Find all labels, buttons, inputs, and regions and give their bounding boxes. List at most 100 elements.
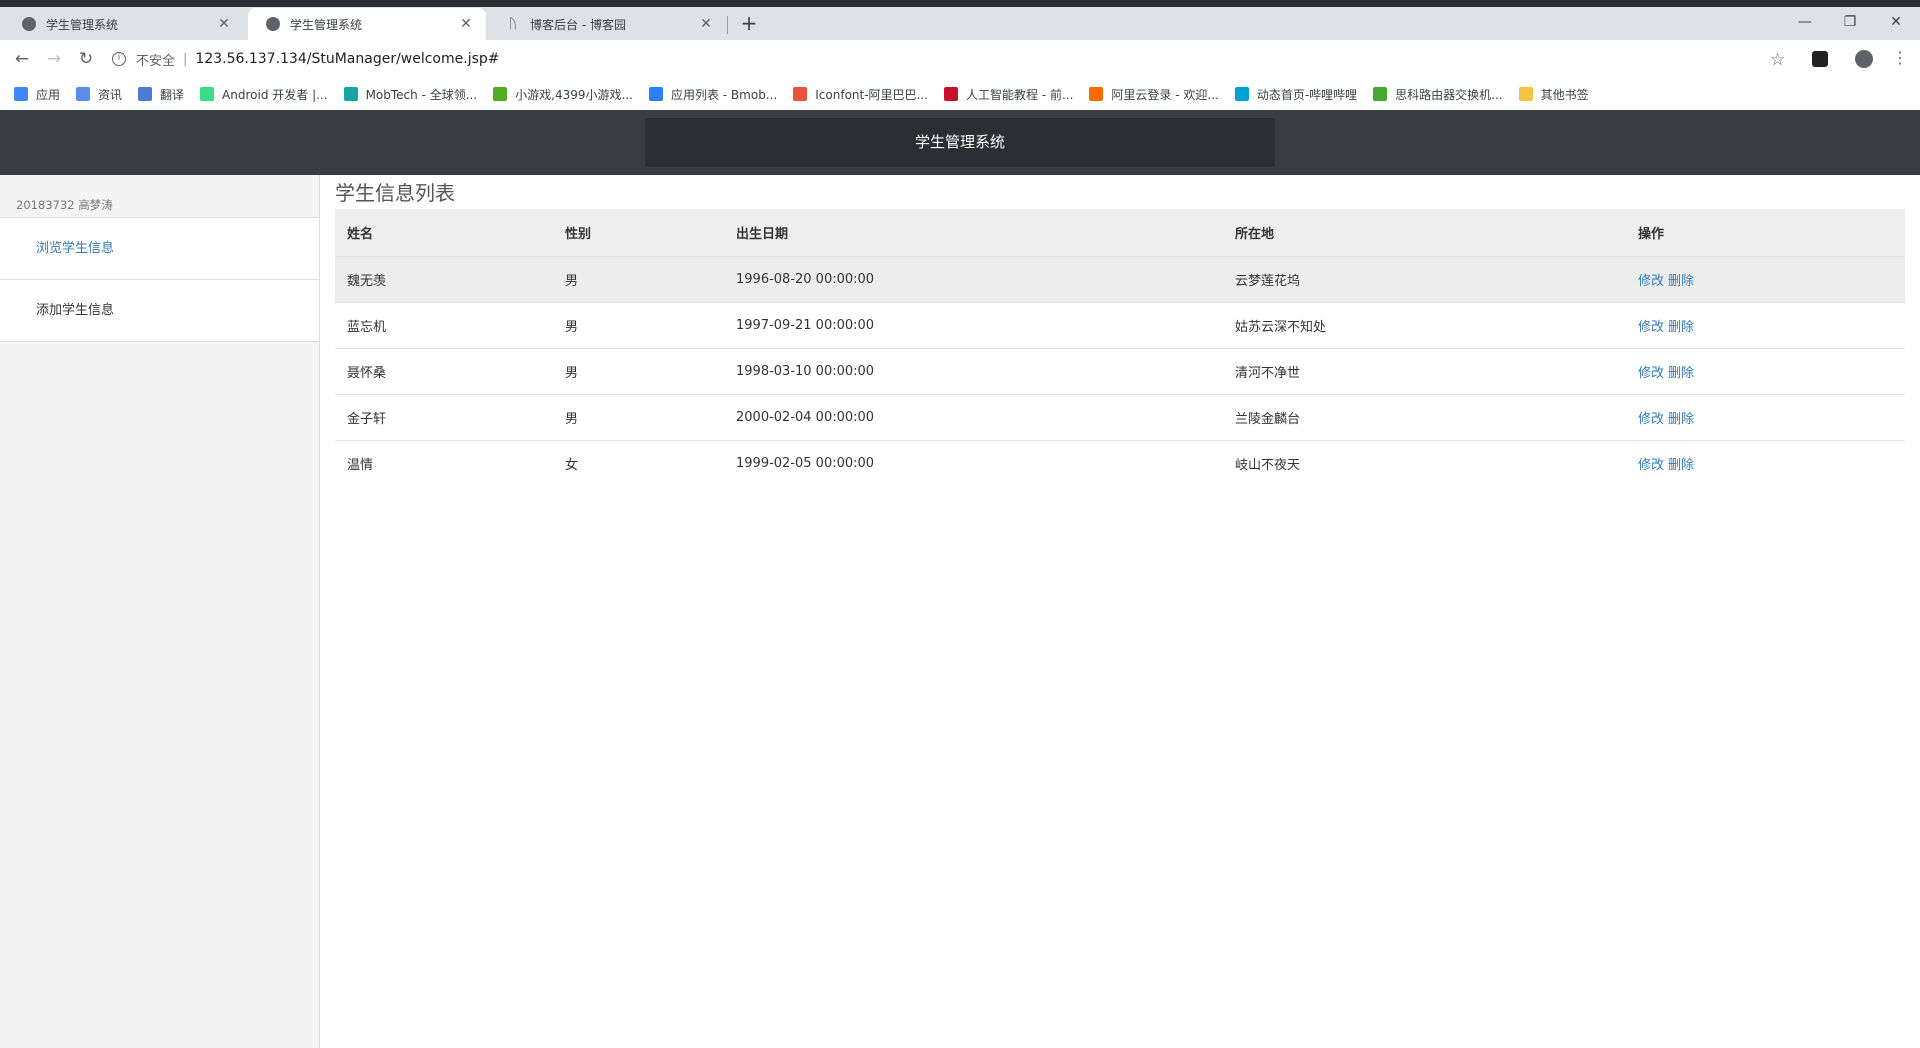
main-content: 学生信息列表 姓名 性别 出生日期 所在地 操作 魏无羡 男 1996-08-2… [335,175,1905,486]
close-icon[interactable]: ✕ [216,16,232,32]
sidebar-item-add-student[interactable]: 添加学生信息 [0,280,319,342]
bookmark-news[interactable]: 资讯 [76,86,122,103]
column-header-actions: 操作 [1626,209,1905,256]
cell-location: 姑苏云深不知处 [1223,301,1626,348]
aliyun-icon [1089,87,1104,101]
new-tab-button[interactable]: + [738,12,760,36]
bmob-icon [648,87,663,101]
close-icon[interactable]: ✕ [698,16,714,32]
minimize-button[interactable]: — [1785,10,1825,34]
bookmark-label: 资讯 [98,87,123,102]
bookmark-label: 应用列表 - Bmob... [670,87,778,102]
student-table: 姓名 性别 出生日期 所在地 操作 魏无羡 男 1996-08-20 00:00… [335,209,1905,486]
os-top-bar [0,0,1920,7]
bookmark-label: Android 开发者 |... [222,87,328,102]
close-icon[interactable]: ✕ [458,16,474,32]
translate-icon [138,87,153,101]
bookmark-mobtech[interactable]: MobTech - 全球领... [343,86,477,103]
url-text[interactable]: 123.56.137.134/StuManager/welcome.jsp# [195,51,499,67]
tab-divider [727,16,728,34]
table-row: 金子轩 男 2000-02-04 00:00:00 兰陵金麟台 修改 删除 [335,393,1905,440]
bookmark-label: 思科路由器交换机... [1395,87,1503,102]
restore-button[interactable]: ❐ [1830,10,1870,34]
bookmark-android[interactable]: Android 开发者 |... [200,86,328,103]
bookmark-star-icon[interactable]: ☆ [1770,50,1785,70]
browser-tab-1[interactable]: 学生管理系统 ✕ [4,8,244,40]
bookmark-label: 小游戏,4399小游戏... [515,87,633,102]
security-label: 不安全 [136,53,176,69]
close-window-button[interactable]: ✕ [1876,10,1916,34]
iconfont-icon [793,87,808,101]
bookmark-label: Iconfont-阿里巴巴... [815,87,929,102]
sidebar: 20183732 高梦涛 浏览学生信息 添加学生信息 [0,175,320,1048]
cell-birthdate: 1999-02-05 00:00:00 [724,439,1223,486]
edit-link[interactable]: 修改 [1638,458,1664,473]
cell-name: 聂怀桑 [335,347,553,394]
sidebar-item-browse-students[interactable]: 浏览学生信息 [0,218,319,280]
bookmark-4399[interactable]: 小游戏,4399小游戏... [493,86,633,103]
bookmark-ai-tutorial[interactable]: 人工智能教程 - 前... [944,86,1073,103]
cell-gender: 男 [553,301,724,348]
table-header-row: 姓名 性别 出生日期 所在地 操作 [335,209,1905,256]
more-menu-icon[interactable]: ⋮ [1892,48,1908,67]
cell-gender: 男 [553,347,724,394]
edit-link[interactable]: 修改 [1638,366,1664,381]
delete-link[interactable]: 删除 [1668,366,1694,381]
cell-actions: 修改 删除 [1626,301,1905,348]
browser-tab-3[interactable]: ᚢ 博客后台 - 博客园 ✕ [488,8,726,40]
bookmark-label: 翻译 [160,87,185,102]
page-title: 学生信息列表 [335,181,455,205]
cell-birthdate: 2000-02-04 00:00:00 [724,393,1223,440]
cell-gender: 男 [553,255,724,302]
bookmark-cisco[interactable]: 思科路由器交换机... [1373,86,1503,103]
news-icon [76,87,91,101]
bookmark-label: 应用 [36,87,61,102]
bookmark-apps[interactable]: 应用 [14,86,60,103]
reload-icon[interactable]: ↻ [74,48,98,70]
bookmark-other[interactable]: 其他书签 [1518,86,1589,103]
cell-name: 金子轩 [335,393,553,440]
cell-location: 云梦莲花坞 [1223,255,1626,302]
edit-link[interactable]: 修改 [1638,274,1664,289]
bookmark-iconfont[interactable]: Iconfont-阿里巴巴... [793,86,928,103]
edit-link[interactable]: 修改 [1638,412,1664,427]
info-icon[interactable]: i [112,52,126,66]
table-row: 蓝忘机 男 1997-09-21 00:00:00 姑苏云深不知处 修改 删除 [335,301,1905,348]
bookmark-bilibili[interactable]: 动态首页-哔哩哔哩 [1234,86,1357,103]
column-header-name: 姓名 [335,209,553,256]
address-bar[interactable]: i 不安全 | 123.56.137.134/StuManager/welcom… [112,44,1778,74]
cell-birthdate: 1998-03-10 00:00:00 [724,347,1223,394]
globe-icon [266,17,280,31]
delete-link[interactable]: 删除 [1668,458,1694,473]
delete-link[interactable]: 删除 [1668,320,1694,335]
mobtech-icon [343,87,358,101]
tab-title: 学生管理系统 [290,17,363,32]
profile-avatar-icon[interactable] [1855,50,1873,68]
cell-gender: 女 [553,439,724,486]
bookmark-bmob[interactable]: 应用列表 - Bmob... [648,86,778,103]
cell-location: 兰陵金麟台 [1223,393,1626,440]
cell-actions: 修改 删除 [1626,439,1905,486]
cell-birthdate: 1996-08-20 00:00:00 [724,255,1223,302]
delete-link[interactable]: 删除 [1668,274,1694,289]
bilibili-icon [1234,87,1249,101]
browser-tab-2[interactable]: 学生管理系统 ✕ [248,8,486,40]
back-arrow-icon[interactable]: ← [10,48,34,70]
cell-location: 岐山不夜天 [1223,439,1626,486]
extension-icon[interactable] [1812,51,1828,67]
globe-icon [22,17,36,31]
forward-arrow-icon[interactable]: → [42,48,66,70]
edit-link[interactable]: 修改 [1638,320,1664,335]
address-separator: | [183,51,188,67]
delete-link[interactable]: 删除 [1668,412,1694,427]
bookmark-translate[interactable]: 翻译 [138,86,184,103]
cell-name: 温情 [335,439,553,486]
cell-location: 清河不净世 [1223,347,1626,394]
cell-actions: 修改 删除 [1626,393,1905,440]
brand-title[interactable]: 学生管理系统 [645,118,1275,167]
bookmark-aliyun[interactable]: 阿里云登录 - 欢迎... [1089,86,1219,103]
column-header-gender: 性别 [553,209,724,256]
table-row: 魏无羡 男 1996-08-20 00:00:00 云梦莲花坞 修改 删除 [335,255,1905,302]
cell-gender: 男 [553,393,724,440]
folder-icon [1518,87,1533,101]
